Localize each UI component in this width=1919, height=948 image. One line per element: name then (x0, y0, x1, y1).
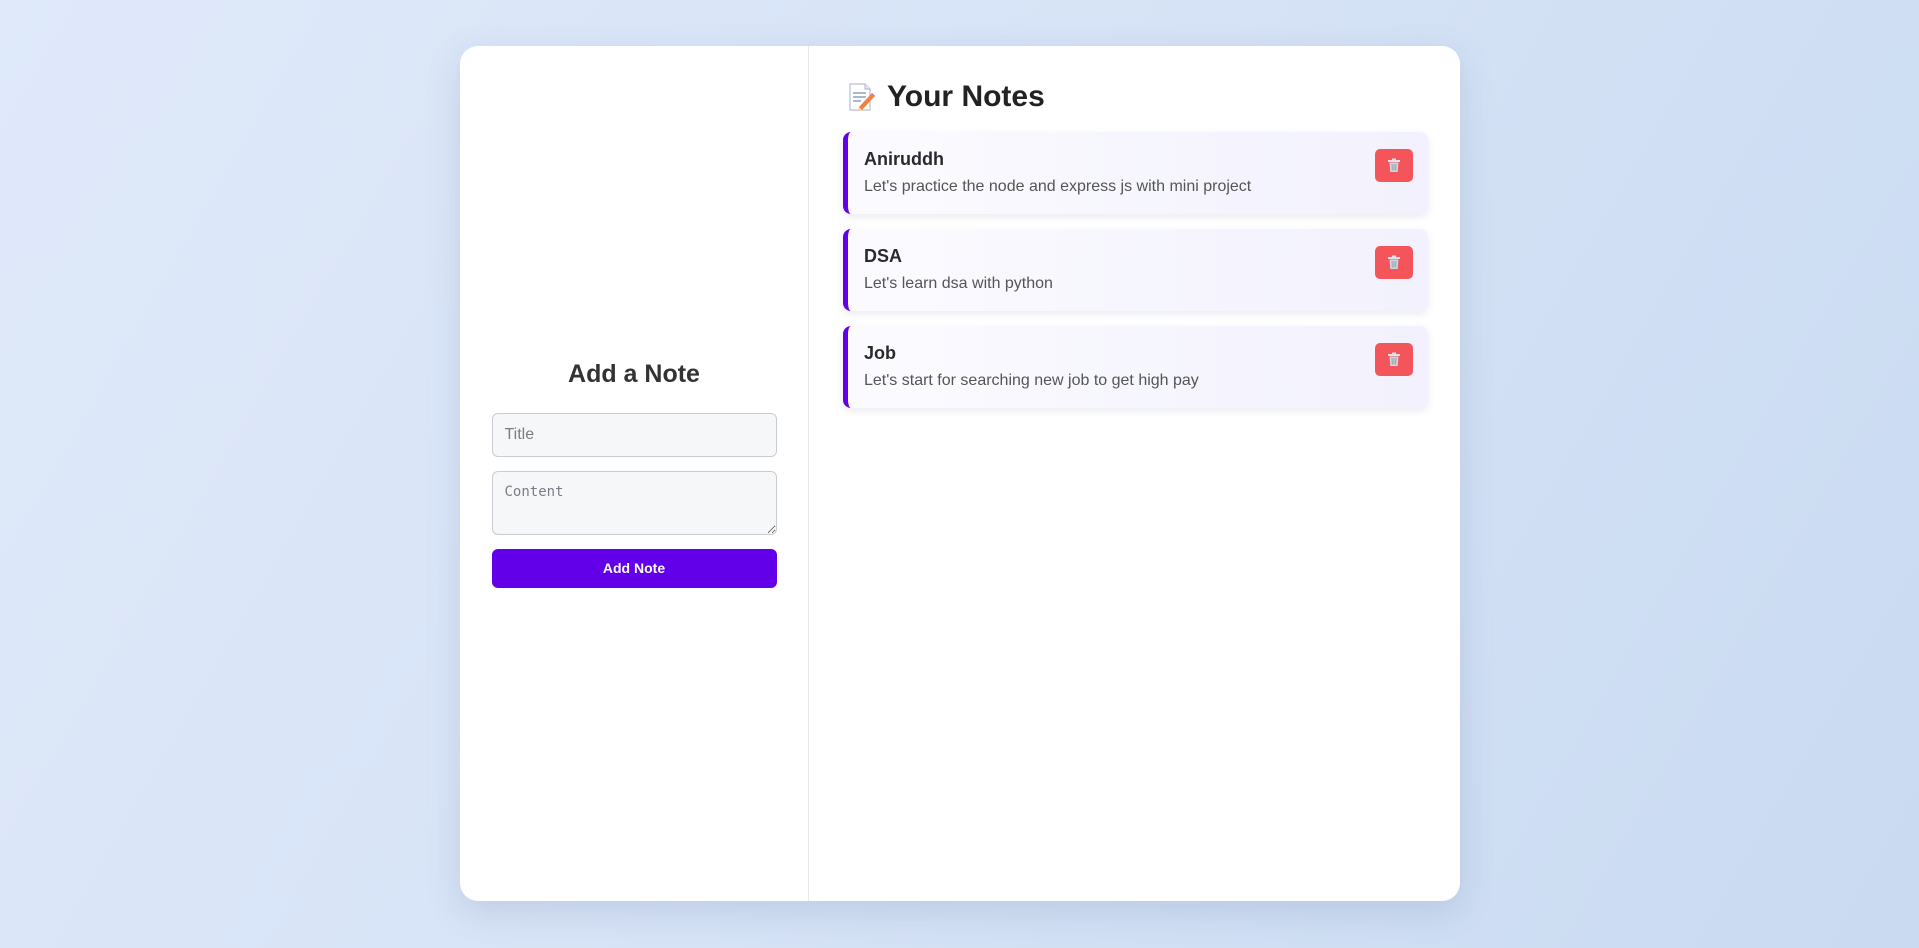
add-note-form: Add a Note Add Note (491, 359, 777, 588)
note-card: Aniruddh Let's practice the node and exp… (843, 132, 1428, 214)
add-note-button[interactable]: Add Note (491, 548, 777, 588)
note-card: DSA Let's learn dsa with python (843, 229, 1428, 311)
notes-app-card: Add a Note Add Note Your Notes (460, 46, 1460, 901)
trash-icon (1388, 352, 1400, 366)
note-content: Let's practice the node and express js w… (864, 178, 1252, 195)
memo-icon (847, 82, 875, 112)
note-title: Job (864, 343, 897, 363)
notes-list: Aniruddh Let's practice the node and exp… (843, 132, 1428, 408)
note-title: DSA (864, 246, 903, 266)
trash-icon (1388, 158, 1400, 172)
delete-note-button[interactable] (1375, 149, 1413, 182)
note-content: Let's start for searching new job to get… (864, 372, 1199, 389)
delete-note-button[interactable] (1375, 343, 1413, 376)
add-note-panel: Add a Note Add Note (460, 46, 809, 901)
note-card: Job Let's start for searching new job to… (843, 326, 1428, 408)
content-textarea[interactable] (491, 470, 777, 535)
title-input[interactable] (491, 412, 777, 457)
note-title: Aniruddh (864, 149, 944, 169)
add-note-heading: Add a Note (568, 359, 700, 388)
note-content: Let's learn dsa with python (864, 275, 1053, 292)
notes-list-panel: Your Notes Aniruddh Let's practice the n… (809, 46, 1460, 901)
delete-note-button[interactable] (1375, 246, 1413, 279)
trash-icon (1388, 255, 1400, 269)
notes-heading: Your Notes (887, 80, 1045, 113)
notes-header: Your Notes (847, 80, 1428, 114)
